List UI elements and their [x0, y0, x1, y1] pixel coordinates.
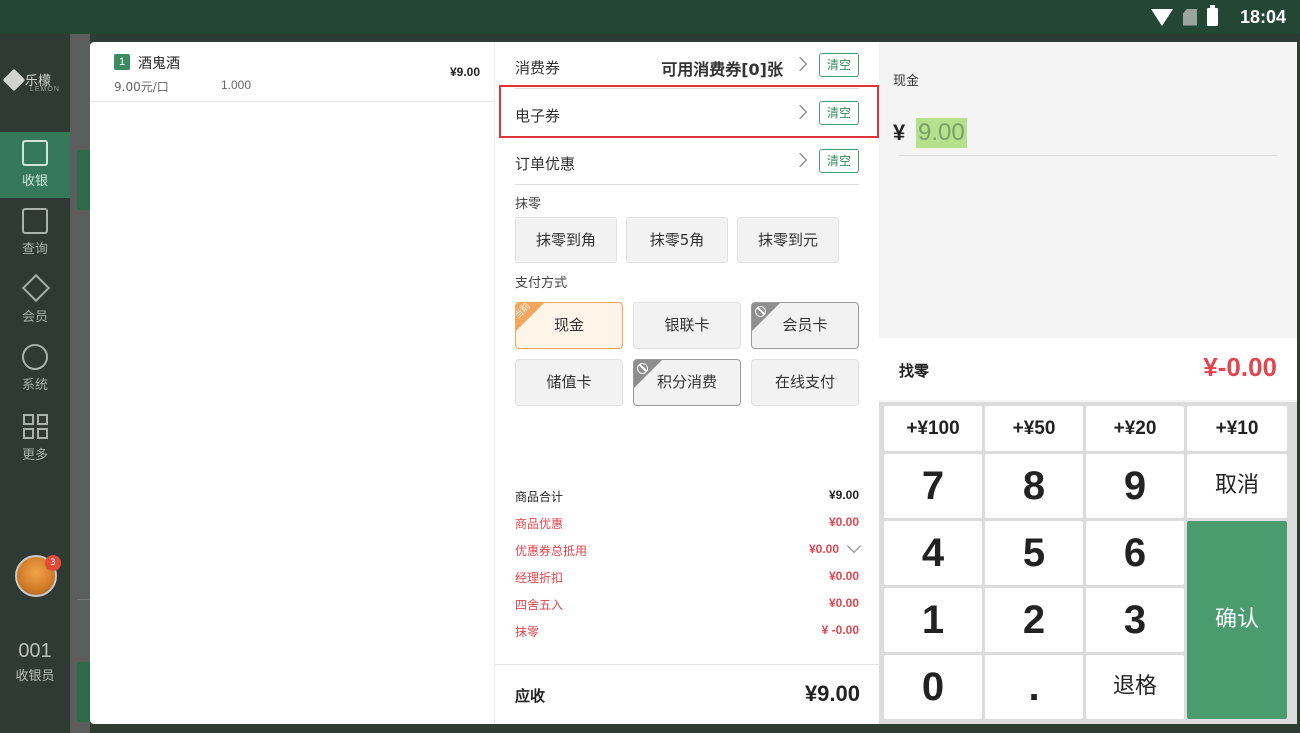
order-discount-label: 订单优惠	[515, 155, 576, 173]
dimmed-background	[70, 34, 90, 733]
no-sim-icon	[1183, 8, 1197, 26]
rounding-section-label: 抹零	[515, 197, 542, 212]
cash-label: 现金	[893, 74, 920, 89]
cash-amount-input[interactable]: 9.00	[916, 118, 967, 148]
pay-points-button[interactable]: 积分消费	[633, 359, 741, 406]
round-half-jiao-button[interactable]: 抹零5角	[626, 217, 728, 263]
goods-total-row: 商品合计 ¥9.00	[515, 488, 859, 504]
change-value: ¥-0.00	[1203, 352, 1277, 382]
key-1[interactable]: 1	[884, 588, 982, 652]
payment-section-label: 支付方式	[515, 276, 568, 291]
sidebar-item-cashier[interactable]: 收银	[0, 132, 70, 198]
change-label: 找零	[899, 362, 930, 380]
clear-order-discount-button[interactable]: 清空	[819, 149, 859, 173]
clear-coupon-button[interactable]: 清空	[819, 53, 859, 77]
item-index: 1	[114, 54, 130, 70]
change-box: 找零 ¥-0.00	[879, 338, 1297, 400]
discount-payment-panel: 消费券 可用消费券[0]张 清空 电子券 清空 订单优惠 清空 抹零 抹零到角 …	[494, 42, 880, 724]
pay-unionpay-button[interactable]: 银联卡	[633, 302, 741, 349]
quick-add-20-button[interactable]: +¥20	[1086, 406, 1184, 451]
rounding-row: 四舍五入 ¥0.00	[515, 596, 859, 612]
backspace-button[interactable]: 退格	[1086, 655, 1184, 719]
amount-due-value: ¥9.00	[804, 681, 860, 706]
battery-icon	[1207, 5, 1218, 26]
sidebar-item-member[interactable]: 会员	[0, 268, 70, 334]
amount-due-bar: 应收 ¥9.00	[495, 664, 880, 724]
manager-discount-row: 经理折扣 ¥0.00	[515, 569, 859, 585]
key-2[interactable]: 2	[985, 588, 1083, 652]
cashier-number: 001	[18, 640, 52, 662]
key-3[interactable]: 3	[1086, 588, 1184, 652]
item-amount: ¥9.00	[449, 65, 480, 79]
diamond-icon	[22, 276, 48, 302]
highlight-box	[499, 85, 879, 138]
wifi-icon	[1151, 8, 1173, 26]
disabled-icon	[755, 306, 766, 317]
round-to-yuan-button[interactable]: 抹零到元	[737, 217, 839, 263]
sidebar-item-system[interactable]: 系统	[0, 336, 70, 402]
key-5[interactable]: 5	[985, 521, 1083, 585]
clock: 18:04	[1239, 7, 1286, 27]
sidebar-item-query[interactable]: 查询	[0, 200, 70, 266]
chevron-right-icon	[792, 152, 808, 168]
lemon-logo-icon	[2, 68, 26, 91]
coupon-available: 可用消费券[0]张	[661, 60, 783, 79]
coupon-row[interactable]: 消费券 可用消费券[0]张 清空	[515, 42, 859, 89]
item-unit-price: 9.00元/口	[114, 80, 169, 94]
coupon-label: 消费券	[515, 59, 561, 77]
disabled-icon	[637, 363, 648, 374]
key-9[interactable]: 9	[1086, 454, 1184, 518]
numeric-keypad: +¥100 +¥50 +¥20 +¥10 7 8 9 取消 4 5 6 1 2 …	[879, 402, 1297, 724]
pay-member-card-button[interactable]: 会员卡	[751, 302, 859, 349]
cash-payment-panel: 现金 ¥ 9.00 找零 ¥-0.00 +¥100 +¥50 +¥20 +¥10…	[879, 42, 1297, 724]
quick-add-100-button[interactable]: +¥100	[884, 406, 982, 451]
order-discount-row[interactable]: 订单优惠 清空	[515, 138, 859, 185]
currency-symbol: ¥	[893, 120, 906, 145]
sidebar: 乐檬 LEMON 收银 查询 会员 系统 更多 3 001 收银员	[0, 34, 70, 733]
gear-icon	[22, 344, 48, 370]
key-4[interactable]: 4	[884, 521, 982, 585]
confirm-button[interactable]: 确认	[1187, 521, 1287, 719]
item-name: 酒鬼酒	[138, 56, 180, 72]
chevron-right-icon	[792, 56, 808, 72]
status-bar: 18:04	[0, 0, 1300, 34]
order-list-panel: 1 酒鬼酒 9.00元/口 1.000 ¥9.00	[90, 42, 494, 724]
key-decimal[interactable]: .	[985, 655, 1083, 719]
key-0[interactable]: 0	[884, 655, 982, 719]
item-quantity: 1.000	[221, 78, 252, 92]
cashier-label: 收银员	[15, 669, 55, 684]
search-doc-icon	[22, 208, 48, 234]
quick-add-10-button[interactable]: +¥10	[1187, 406, 1287, 451]
list-item[interactable]: 1 酒鬼酒 9.00元/口 1.000 ¥9.00	[90, 42, 494, 102]
quick-add-50-button[interactable]: +¥50	[985, 406, 1083, 451]
amount-due-label: 应收	[515, 687, 546, 705]
round-to-jiao-button[interactable]: 抹零到角	[515, 217, 617, 263]
pay-stored-value-button[interactable]: 储值卡	[515, 359, 623, 406]
key-8[interactable]: 8	[985, 454, 1083, 518]
pay-online-button[interactable]: 在线支付	[751, 359, 859, 406]
key-7[interactable]: 7	[884, 454, 982, 518]
grid-icon	[22, 414, 48, 439]
sidebar-item-more[interactable]: 更多	[0, 404, 70, 470]
coupon-total-row[interactable]: 优惠券总抵用 ¥0.00	[515, 538, 862, 562]
chevron-down-icon[interactable]	[846, 538, 862, 554]
cancel-button[interactable]: 取消	[1187, 454, 1287, 518]
goods-discount-row: 商品优惠 ¥0.00	[515, 515, 859, 531]
notification-badge: 3	[45, 555, 61, 571]
wipe-row: 抹零 ¥ -0.00	[515, 623, 859, 639]
app-logo: 乐檬 LEMON	[2, 68, 59, 93]
key-6[interactable]: 6	[1086, 521, 1184, 585]
cashier-icon	[22, 140, 48, 166]
pay-cash-button[interactable]: 当前 现金	[515, 302, 623, 349]
